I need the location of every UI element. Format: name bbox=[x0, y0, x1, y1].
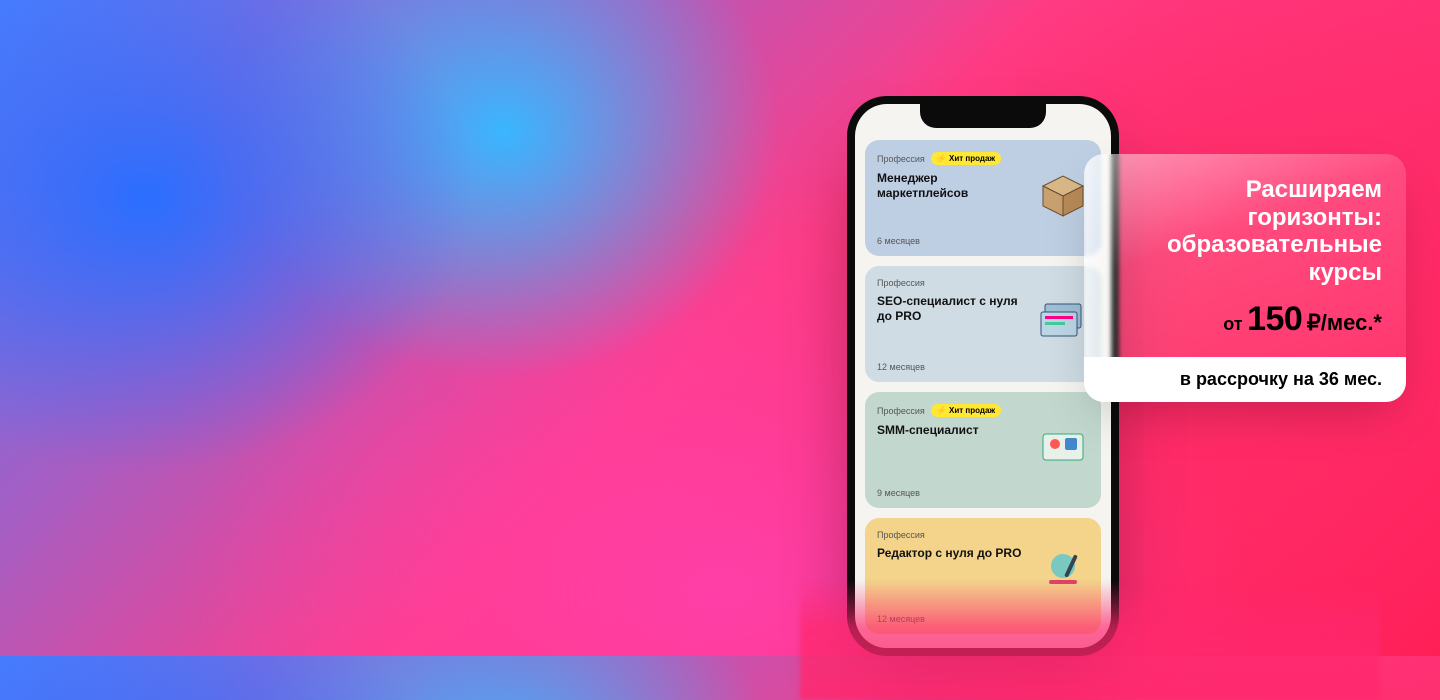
price-from: от bbox=[1223, 314, 1242, 334]
price-amount: 150 bbox=[1247, 300, 1302, 338]
hit-badge: ⚡ Хит продаж bbox=[931, 152, 1001, 165]
category-label: Профессия bbox=[877, 406, 925, 416]
editor-tools-icon bbox=[1035, 542, 1091, 598]
course-duration: 12 месяцев bbox=[877, 362, 1089, 372]
browser-stack-icon bbox=[1035, 290, 1091, 346]
hit-badge: ⚡ Хит продаж bbox=[931, 404, 1001, 417]
panel-fold-highlight bbox=[1084, 154, 1118, 402]
phone-notch bbox=[920, 104, 1046, 128]
promo-price: от 150 ₽/мес.* bbox=[1108, 300, 1382, 339]
course-card[interactable]: Профессия ⚡ Хит продаж Менеджер маркетпл… bbox=[865, 140, 1101, 256]
promo-panel: Расширяем горизонты: образовательные кур… bbox=[1084, 154, 1406, 402]
course-card[interactable]: Профессия SEO-специалист с нуля до PRO 1… bbox=[865, 266, 1101, 382]
course-duration: 9 месяцев bbox=[877, 488, 1089, 498]
installment-strip: в рассрочку на 36 мес. bbox=[1084, 357, 1406, 402]
box-icon bbox=[1035, 164, 1091, 220]
course-list: Профессия ⚡ Хит продаж Менеджер маркетпл… bbox=[865, 140, 1101, 634]
course-title: Менеджер маркетплейсов bbox=[877, 171, 1027, 201]
category-label: Профессия bbox=[877, 278, 925, 288]
category-label: Профессия bbox=[877, 154, 925, 164]
course-card[interactable]: Профессия Редактор с нуля до PRO 12 меся… bbox=[865, 518, 1101, 634]
category-label: Профессия bbox=[877, 530, 925, 540]
social-apps-icon bbox=[1035, 416, 1091, 472]
course-title: SEO-специалист с нуля до PRO bbox=[877, 294, 1027, 324]
course-title: Редактор с нуля до PRO bbox=[877, 546, 1027, 561]
promo-headline: Расширяем горизонты: образовательные кур… bbox=[1108, 176, 1382, 286]
course-title: SMM-специалист bbox=[877, 423, 1027, 438]
course-duration: 12 месяцев bbox=[877, 614, 1089, 624]
price-unit: ₽/мес.* bbox=[1307, 310, 1382, 335]
course-card[interactable]: Профессия ⚡ Хит продаж SMM-специалист 9 … bbox=[865, 392, 1101, 508]
course-duration: 6 месяцев bbox=[877, 236, 1089, 246]
phone-mockup: Профессия ⚡ Хит продаж Менеджер маркетпл… bbox=[847, 96, 1119, 656]
